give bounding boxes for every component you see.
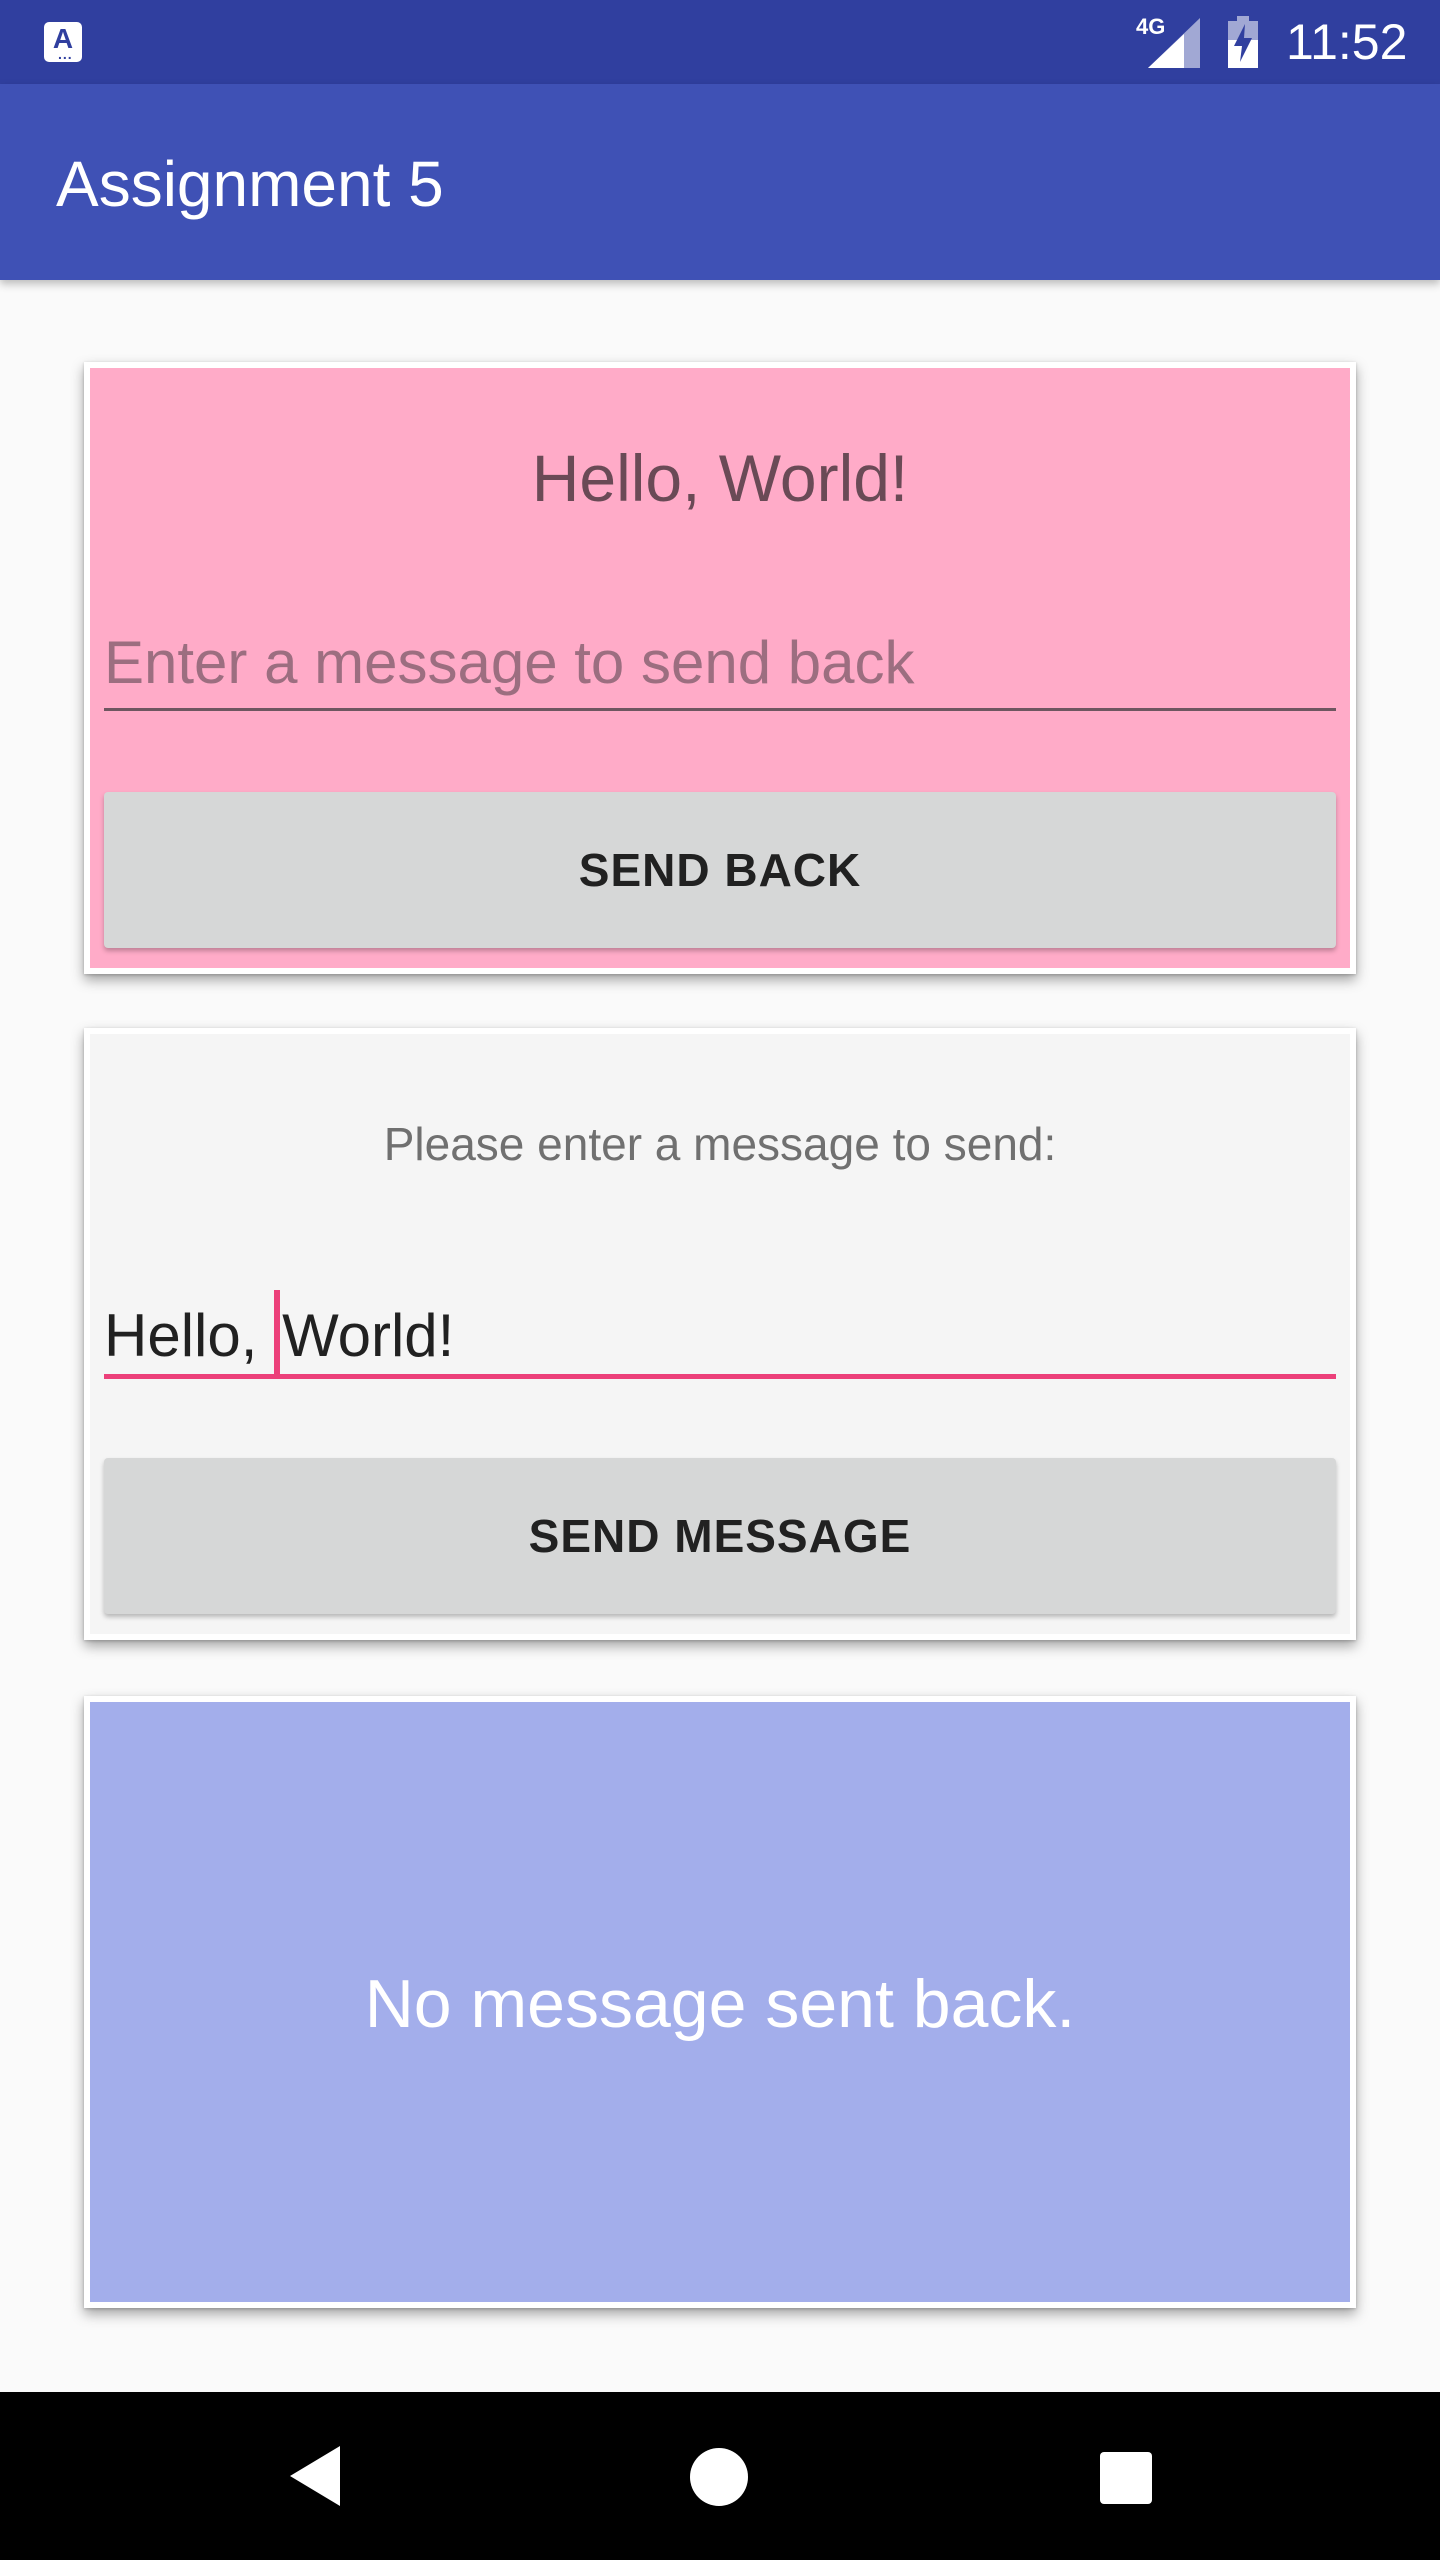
signal-icon	[1148, 18, 1200, 68]
back-icon[interactable]	[290, 2446, 340, 2506]
compose-card-body: Please enter a message to send: Hello, W…	[90, 1034, 1350, 1634]
reply-status-card: No message sent back.	[84, 1696, 1356, 2308]
reply-card: Hello, World! Enter a message to send ba…	[84, 362, 1356, 974]
message-input-text-before-cursor: Hello,	[104, 1302, 275, 1369]
home-icon[interactable]	[690, 2448, 748, 2506]
message-input[interactable]: Hello, World!	[104, 1290, 1336, 1379]
app-notification-icon: A ...	[44, 22, 82, 62]
reply-card-body: Hello, World! Enter a message to send ba…	[90, 368, 1350, 968]
received-message-text: Hello, World!	[531, 441, 909, 515]
app-notification-dots: ...	[58, 46, 73, 62]
send-back-button[interactable]: SEND BACK	[104, 792, 1336, 948]
message-input-text-after-cursor: World!	[282, 1302, 455, 1369]
compose-prompt-text: Please enter a message to send:	[383, 1118, 1057, 1170]
reply-status-text: No message sent back.	[364, 1966, 1076, 2042]
app-bar: Assignment 5	[0, 84, 1440, 280]
text-cursor	[274, 1290, 281, 1374]
reply-status-card-body: No message sent back.	[90, 1702, 1350, 2302]
reply-input[interactable]: Enter a message to send back	[104, 628, 1336, 711]
status-clock: 11:52	[1286, 14, 1408, 70]
recents-icon[interactable]	[1100, 2452, 1152, 2504]
compose-card: Please enter a message to send: Hello, W…	[84, 1028, 1356, 1640]
battery-charging-icon	[1228, 16, 1258, 68]
send-message-button[interactable]: SEND MESSAGE	[104, 1458, 1336, 1614]
status-bar: A ... 4G 11:52	[0, 0, 1440, 84]
navigation-bar	[0, 2392, 1440, 2560]
app-title: Assignment 5	[56, 148, 444, 220]
